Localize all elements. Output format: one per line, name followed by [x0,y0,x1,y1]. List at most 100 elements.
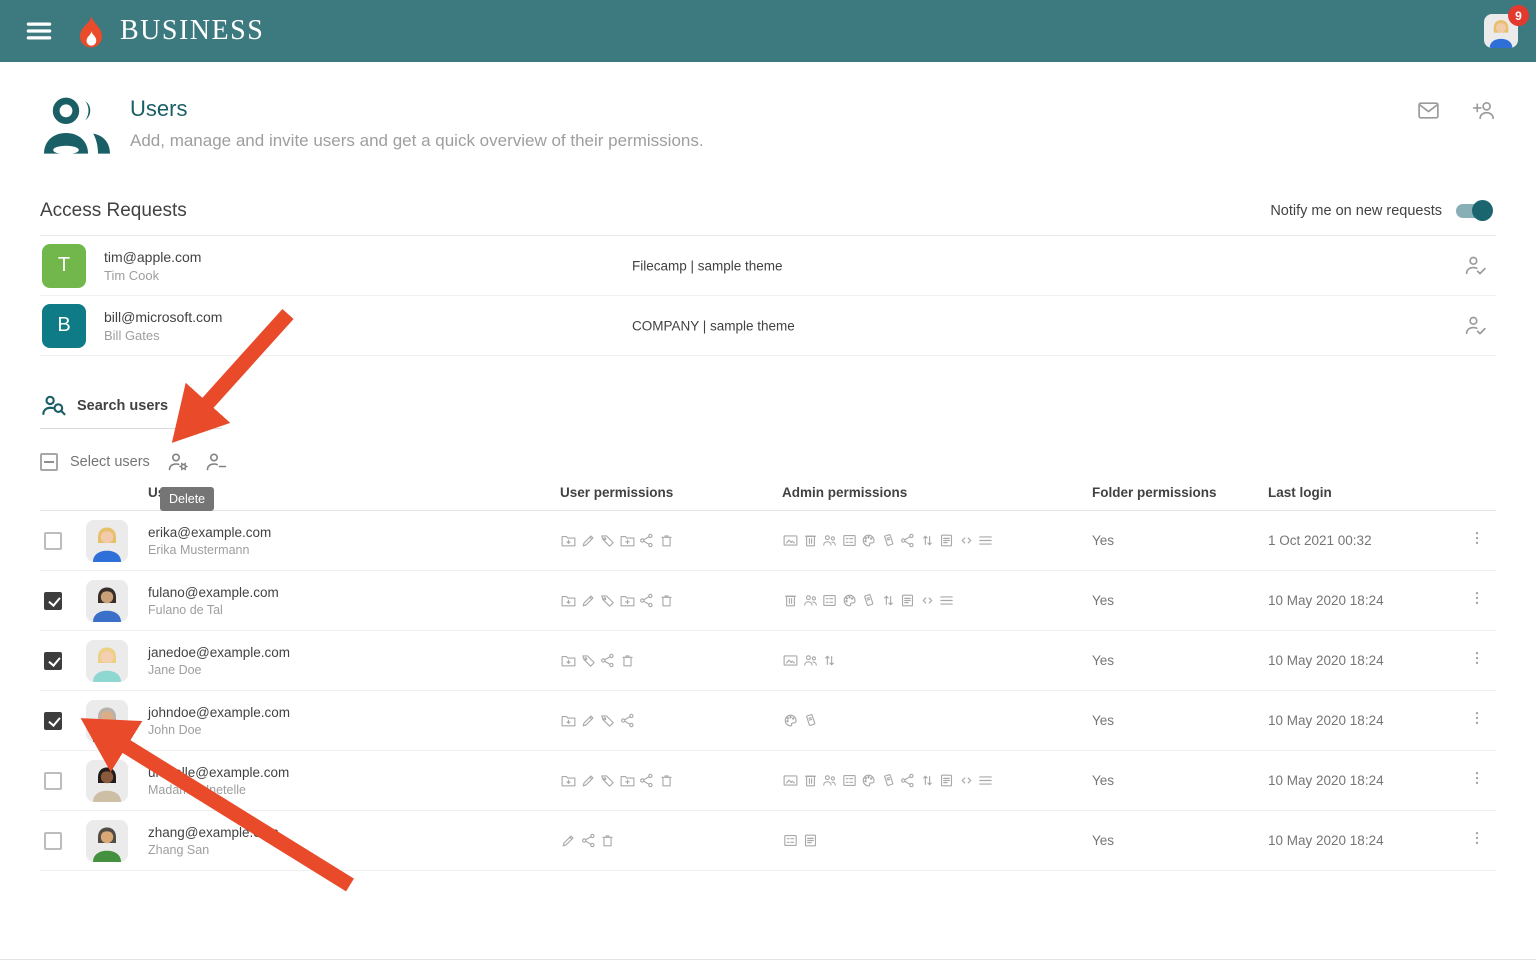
last-login-value: 10 May 2020 18:24 [1268,653,1468,668]
kebab-menu-icon[interactable] [1468,589,1486,607]
folder-download-icon [560,652,577,669]
kebab-menu-icon[interactable] [1468,529,1486,547]
folder-add-icon [619,772,636,789]
access-requests-section: Access Requests Notify me on new request… [40,200,1496,356]
grid-icon [821,592,838,609]
request-email: tim@apple.com [104,249,201,265]
select-users-toolbar: Select users [40,449,1496,475]
notify-toggle[interactable] [1456,204,1490,218]
search-users-input[interactable]: Search users [40,392,222,429]
request-project: COMPANY | sample theme [632,318,795,333]
share-icon [638,592,655,609]
row-checkbox[interactable] [44,532,62,550]
notification-badge[interactable]: 9 [1508,5,1529,26]
search-users-icon [40,392,67,419]
row-checkbox[interactable] [44,832,62,850]
trash-icon [658,772,675,789]
user-permission-icons[interactable] [560,592,782,609]
request-email: bill@microsoft.com [104,309,222,325]
tag-icon [599,772,616,789]
sort-icon [919,772,936,789]
admin-permission-icons[interactable] [782,532,1092,549]
last-login-value: 10 May 2020 18:24 [1268,593,1468,608]
user-avatar [86,760,128,802]
code-icon [919,592,936,609]
edit-icon [580,712,597,729]
trash-icon [658,532,675,549]
watermark-icon [860,592,877,609]
mail-icon[interactable] [1416,98,1441,123]
select-all-checkbox[interactable] [40,453,58,471]
sort-icon [919,532,936,549]
users-icon [821,772,838,789]
request-project: Filecamp | sample theme [632,258,783,273]
tag-icon [599,532,616,549]
page-header: Users Add, manage and invite users and g… [40,94,1496,154]
image-folder-icon [782,532,799,549]
last-login-value: 10 May 2020 18:24 [1268,773,1468,788]
user-permission-icons[interactable] [560,532,782,549]
user-email: erika@example.com [148,525,560,540]
user-permission-icons[interactable] [560,712,782,729]
kebab-menu-icon[interactable] [1468,769,1486,787]
watermark-icon [802,712,819,729]
edit-icon [580,772,597,789]
row-checkbox[interactable] [44,592,62,610]
brand-name: BUSINESS [120,15,264,47]
column-admin-permissions: Admin permissions [782,485,1092,500]
watermark-icon [880,532,897,549]
share-icon [619,712,636,729]
user-avatar [86,700,128,742]
admin-permission-icons[interactable] [782,652,1092,669]
admin-permission-icons[interactable] [782,772,1092,789]
kebab-menu-icon[interactable] [1468,829,1486,847]
tag-icon [599,712,616,729]
user-email: janedoe@example.com [148,645,560,660]
grid-icon [841,772,858,789]
row-checkbox[interactable] [44,772,62,790]
user-avatar [86,820,128,862]
palette-icon [782,712,799,729]
code-icon [958,532,975,549]
approve-user-icon[interactable] [1463,313,1488,338]
table-header: User User permissions Admin permissions … [40,475,1496,511]
request-name: Tim Cook [104,268,201,283]
approve-user-icon[interactable] [1463,253,1488,278]
admin-permission-icons[interactable] [782,592,1092,609]
table-row: janedoe@example.com Jane Doe Yes 10 May … [40,631,1496,691]
remove-user-icon[interactable] [204,450,228,474]
table-row: unetelle@example.com Madame Unetelle Yes… [40,751,1496,811]
admin-permission-icons[interactable] [782,832,1092,849]
user-permission-icons[interactable] [560,832,782,849]
last-login-value: 10 May 2020 18:24 [1268,713,1468,728]
tag-icon [580,652,597,669]
access-request-row: T tim@apple.com Tim Cook Filecamp | samp… [40,236,1496,296]
sort-icon [821,652,838,669]
user-email: johndoe@example.com [148,705,560,720]
folder-download-icon [560,712,577,729]
column-folder-permissions: Folder permissions [1092,485,1268,500]
admin-permission-icons[interactable] [782,712,1092,729]
search-users-label: Search users [77,398,168,414]
share-icon [899,772,916,789]
user-permission-icons[interactable] [560,652,782,669]
access-requests-title: Access Requests [40,200,187,222]
last-login-value: 1 Oct 2021 00:32 [1268,533,1468,548]
sort-icon [880,592,897,609]
access-request-row: B bill@microsoft.com Bill Gates COMPANY … [40,296,1496,356]
kebab-menu-icon[interactable] [1468,649,1486,667]
user-email: fulano@example.com [148,585,560,600]
trash-alt-icon [802,532,819,549]
row-checkbox[interactable] [44,712,62,730]
grid-icon [841,532,858,549]
user-settings-icon[interactable] [166,450,190,474]
user-email: unetelle@example.com [148,765,560,780]
add-user-icon[interactable] [1471,98,1496,123]
document-icon [802,832,819,849]
row-checkbox[interactable] [44,652,62,670]
user-permission-icons[interactable] [560,772,782,789]
kebab-menu-icon[interactable] [1468,709,1486,727]
list-icon [938,592,955,609]
palette-icon [860,772,877,789]
menu-icon[interactable] [24,16,54,46]
